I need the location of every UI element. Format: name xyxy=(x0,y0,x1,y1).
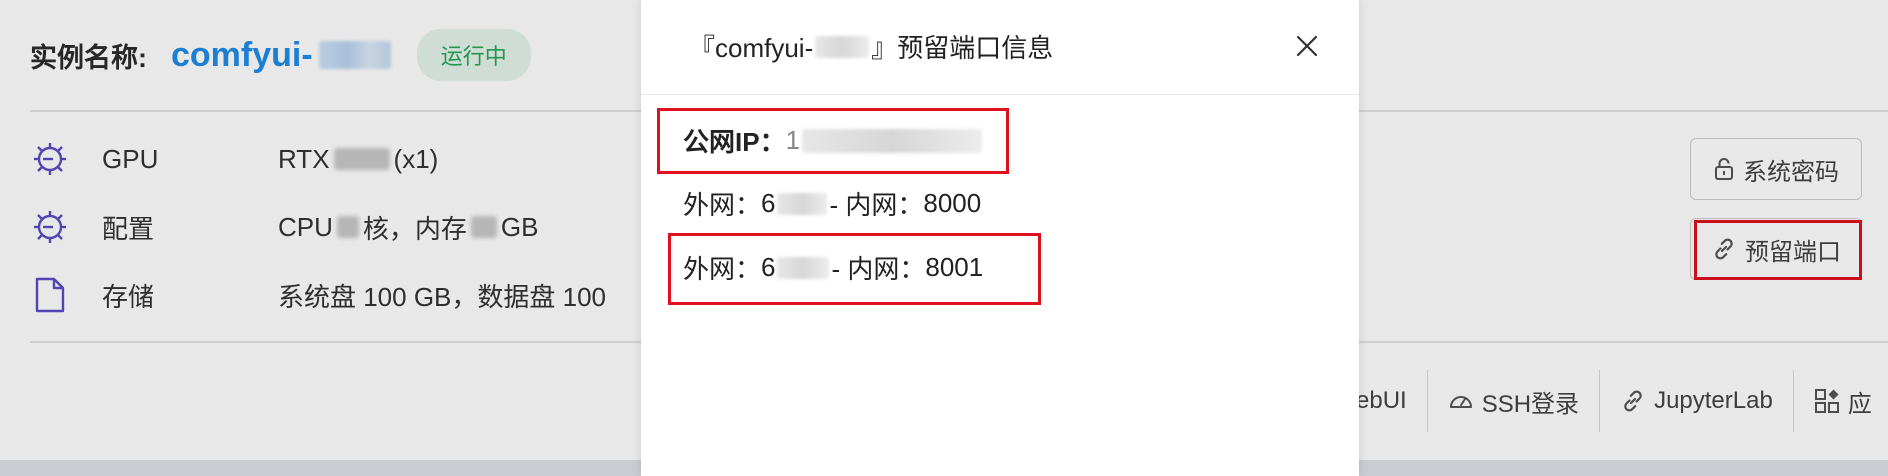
highlight-port-8001 xyxy=(668,233,1041,305)
internal-port: 8000 xyxy=(923,188,982,218)
highlight-public-ip xyxy=(657,108,1009,174)
port-row: 外网： 6 - 内网： 8000 xyxy=(683,185,981,222)
app-root: 实例名称: comfyui- 运行中 GPU RTX (x1) 配置 CPU 核… xyxy=(0,0,1888,476)
close-icon xyxy=(1296,35,1318,57)
external-port-redacted xyxy=(777,192,828,215)
external-port-visible: 6 xyxy=(761,188,776,218)
internal-sep: - 内网： xyxy=(829,190,924,220)
modal-title-redacted xyxy=(815,35,870,58)
modal-header: 『comfyui- 』预留端口信息 xyxy=(641,0,1359,95)
modal-title-prefix: 『comfyui- xyxy=(689,33,814,63)
external-label: 外网： xyxy=(683,190,762,220)
close-button[interactable] xyxy=(1291,30,1323,62)
modal-title-suffix: 』预留端口信息 xyxy=(871,33,1054,63)
modal-title: 『comfyui- 』预留端口信息 xyxy=(689,28,1053,65)
